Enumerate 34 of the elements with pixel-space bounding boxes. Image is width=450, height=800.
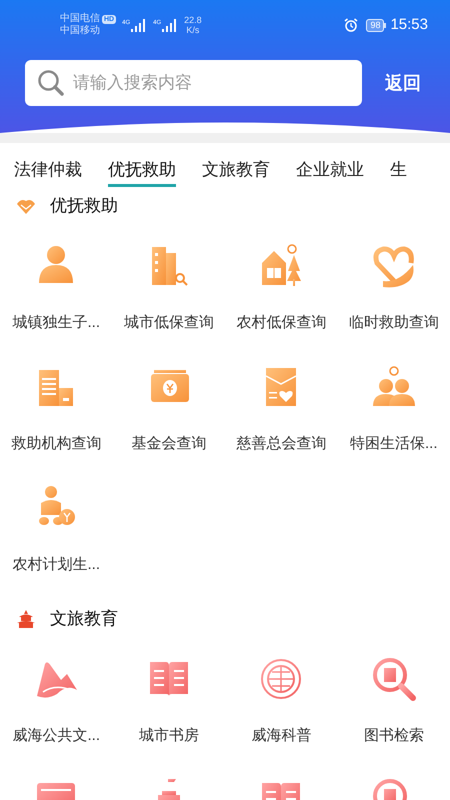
battery-indicator: 98: [366, 18, 384, 32]
network-speed: 22.8: [184, 15, 202, 25]
speed-unit: K/s: [186, 25, 200, 35]
section-title: 优抚救助: [50, 195, 118, 218]
menu-item[interactable]: 城镇独生子...: [12, 312, 100, 334]
alarm-icon: [344, 18, 358, 32]
category-tab[interactable]: 文旅教育: [202, 143, 270, 187]
category-tab[interactable]: 企业就业: [296, 143, 364, 187]
menu-item[interactable]: 威海科普: [251, 725, 312, 748]
signal-icon: [131, 18, 148, 32]
carrier-name: 中国电信: [60, 13, 100, 24]
menu-item[interactable]: 城市低保查询: [124, 312, 214, 334]
category-tab[interactable]: 法律仲裁: [14, 143, 82, 187]
menu-item[interactable]: 基金会查询: [131, 433, 206, 456]
menu-item[interactable]: 威海公共文...: [12, 725, 100, 748]
menu-item[interactable]: 图书检索: [364, 725, 424, 748]
carrier-name: 中国移动: [60, 25, 101, 37]
clock-time: 15:53: [390, 14, 428, 35]
menu-item[interactable]: 慈善总会查询: [236, 433, 326, 456]
battery-tip: [384, 22, 386, 28]
menu-item[interactable]: 救助机构查询: [11, 433, 102, 456]
search-field[interactable]: 请输入搜索内容: [25, 60, 362, 106]
category-tab[interactable]: 生: [390, 143, 407, 187]
menu-item[interactable]: 城市书房: [138, 725, 199, 748]
category-tab[interactable]: 优抚救助: [108, 143, 176, 187]
section-title: 文旅教育: [50, 608, 118, 630]
back-button[interactable]: 返回: [385, 70, 421, 96]
menu-item[interactable]: 特困生活保...: [350, 433, 438, 456]
search-icon: [37, 69, 65, 97]
pavilion-icon: [15, 609, 37, 629]
signal-icon: [162, 18, 178, 32]
menu-item[interactable]: 农村计划生...: [12, 554, 100, 576]
menu-item[interactable]: 临时救助查询: [348, 312, 439, 334]
menu-item[interactable]: 农村低保查询: [236, 312, 326, 334]
